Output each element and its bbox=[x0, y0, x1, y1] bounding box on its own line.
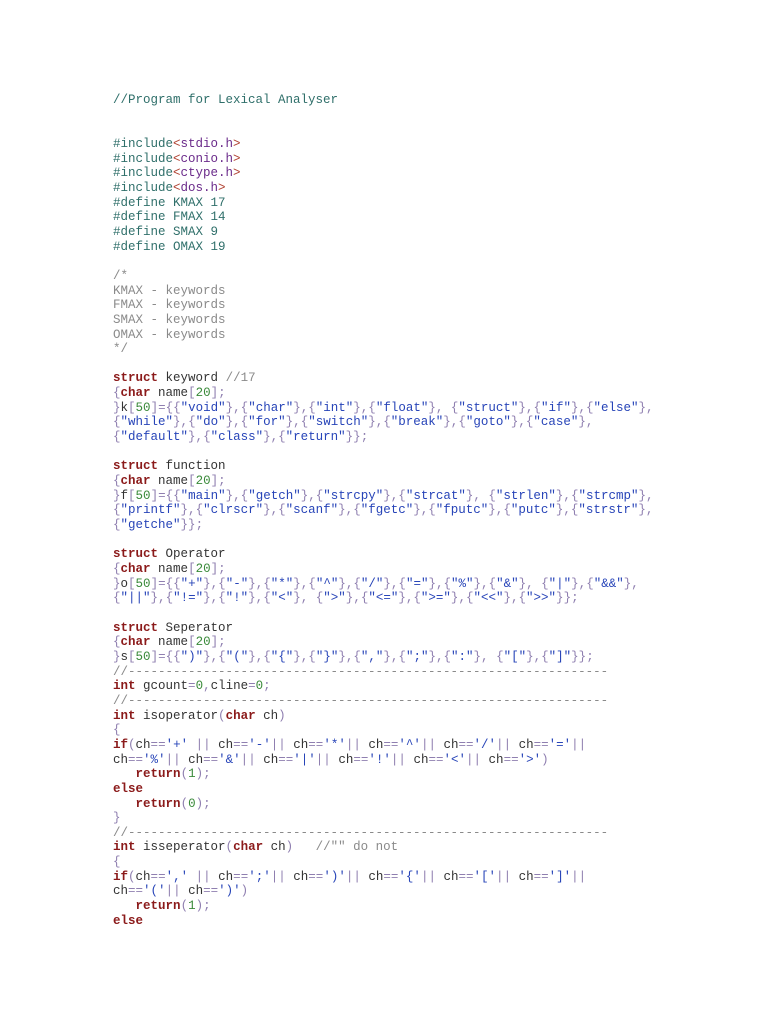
code-line: {char name[20]; bbox=[113, 562, 226, 576]
code-line: }k[50]={{"void"},{"char"},{"int"},{"floa… bbox=[113, 400, 654, 415]
code-line: int isoperator(char ch) bbox=[113, 708, 286, 723]
code-line: } bbox=[113, 811, 121, 826]
code-line: if(ch==',' || ch==';'|| ch==')'|| ch=='{… bbox=[113, 869, 587, 884]
code-line: {char name[20]; bbox=[113, 635, 226, 650]
code-line: #include<dos.h> bbox=[113, 180, 226, 195]
code-line: {"||"},{"!="},{"!"},{"<"}, {">"},{"<="},… bbox=[113, 591, 579, 606]
code-listing: //Program for Lexical Analyser #include<s… bbox=[113, 93, 654, 928]
code-line: SMAX - keywords bbox=[113, 312, 226, 327]
code-line: else bbox=[113, 913, 144, 928]
code-line: //--------------------------------------… bbox=[113, 693, 609, 708]
code-line: else bbox=[113, 781, 144, 796]
code-line: int gcount=0,cline=0; bbox=[113, 679, 271, 694]
code-line: /* bbox=[113, 268, 129, 283]
code-line: {"printf"},{"clrscr"},{"scanf"},{"fgetc"… bbox=[113, 503, 654, 518]
code-line: {char name[20]; bbox=[113, 474, 226, 489]
code-line: if(ch=='+' || ch=='-'|| ch=='*'|| ch=='^… bbox=[113, 737, 587, 752]
code-line: #include<ctype.h> bbox=[113, 166, 241, 181]
code-line: KMAX - keywords bbox=[113, 283, 226, 298]
code-line: struct keyword //17 bbox=[113, 371, 256, 386]
code-line: }s[50]={{")"},{"("},{"{"},{"}"},{","},{"… bbox=[113, 649, 594, 664]
code-line: {"default"},{"class"},{"return"}}; bbox=[113, 430, 369, 445]
code-line: {char name[20]; bbox=[113, 386, 226, 401]
code-line: */ bbox=[113, 342, 129, 357]
code-line: return(0); bbox=[135, 796, 211, 811]
code-line: { bbox=[113, 723, 121, 738]
code-line: OMAX - keywords bbox=[113, 327, 226, 342]
code-line: {"getche"}}; bbox=[113, 518, 204, 533]
code-line: struct Operator bbox=[113, 547, 226, 562]
code-line: }f[50]={{"main"},{"getch"},{"strcpy"},{"… bbox=[113, 488, 654, 503]
code-line: ch=='('|| ch==')') bbox=[113, 884, 249, 899]
code-line: #define KMAX 17 bbox=[113, 195, 226, 210]
code-line: #define FMAX 14 bbox=[113, 210, 226, 225]
code-line: #include<conio.h> bbox=[113, 151, 241, 166]
code-line: //Program for Lexical Analyser bbox=[113, 93, 339, 107]
code-line: return(1); bbox=[135, 767, 211, 782]
code-line: {"while"},{"do"},{"for"},{"switch"},{"br… bbox=[113, 415, 594, 430]
code-line: FMAX - keywords bbox=[113, 298, 226, 313]
code-line: int isseperator(char ch) //"" do not bbox=[113, 840, 399, 855]
code-line: { bbox=[113, 855, 121, 870]
code-line: struct Seperator bbox=[113, 620, 234, 635]
code-line: //--------------------------------------… bbox=[113, 825, 609, 840]
code-line: struct function bbox=[113, 459, 226, 474]
code-line: ch=='%'|| ch=='&'|| ch=='|'|| ch=='!'|| … bbox=[113, 752, 549, 767]
code-line: #include<stdio.h> bbox=[113, 136, 241, 151]
code-line: }o[50]={{"+"},{"-"},{"*"},{"^"},{"/"},{"… bbox=[113, 576, 639, 591]
code-line: //--------------------------------------… bbox=[113, 664, 609, 679]
code-line: #define OMAX 19 bbox=[113, 239, 226, 254]
code-line: return(1); bbox=[135, 899, 211, 914]
code-line: #define SMAX 9 bbox=[113, 224, 219, 239]
